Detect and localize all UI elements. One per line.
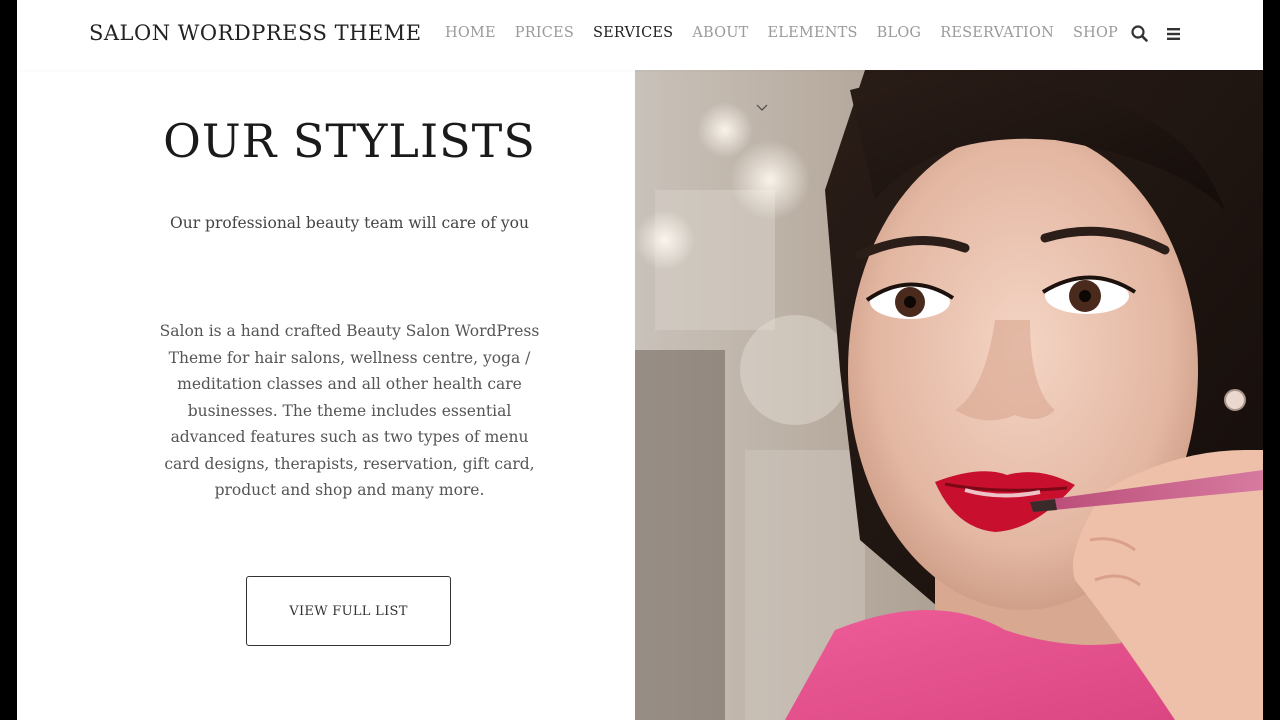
page-frame: SALON WORDPRESS THEME HOME PRICES SERVIC…	[17, 0, 1263, 720]
nav-item-prices[interactable]: PRICES	[515, 25, 574, 41]
stylists-section: OUR STYLISTS Our professional beauty tea…	[17, 70, 635, 720]
main-nav: HOME PRICES SERVICES ABOUT ELEMENTS BLOG…	[445, 25, 1137, 41]
nav-item-reservation[interactable]: RESERVATION	[940, 25, 1054, 41]
nav-item-blog[interactable]: BLOG	[877, 25, 922, 41]
section-title: OUR STYLISTS	[163, 114, 536, 168]
nav-item-home[interactable]: HOME	[445, 25, 496, 41]
section-description: Salon is a hand crafted Beauty Salon Wor…	[159, 322, 540, 499]
nav-item-elements[interactable]: ELEMENTS	[768, 25, 858, 41]
woman-applying-lipstick-photo	[635, 70, 1263, 720]
view-full-list-button[interactable]: VIEW FULL LIST	[246, 576, 451, 646]
nav-item-about[interactable]: ABOUT	[692, 25, 748, 41]
nav-item-services[interactable]: SERVICES	[593, 25, 673, 41]
hamburger-menu-icon[interactable]	[1164, 24, 1184, 44]
site-brand-logo[interactable]: SALON WORDPRESS THEME	[89, 21, 422, 45]
chevron-down-icon[interactable]	[755, 98, 769, 111]
section-subtitle: Our professional beauty team will care o…	[170, 214, 529, 232]
search-icon[interactable]	[1130, 24, 1150, 44]
nav-item-shop[interactable]: SHOP	[1073, 25, 1118, 41]
site-header: SALON WORDPRESS THEME HOME PRICES SERVIC…	[17, 0, 1263, 70]
